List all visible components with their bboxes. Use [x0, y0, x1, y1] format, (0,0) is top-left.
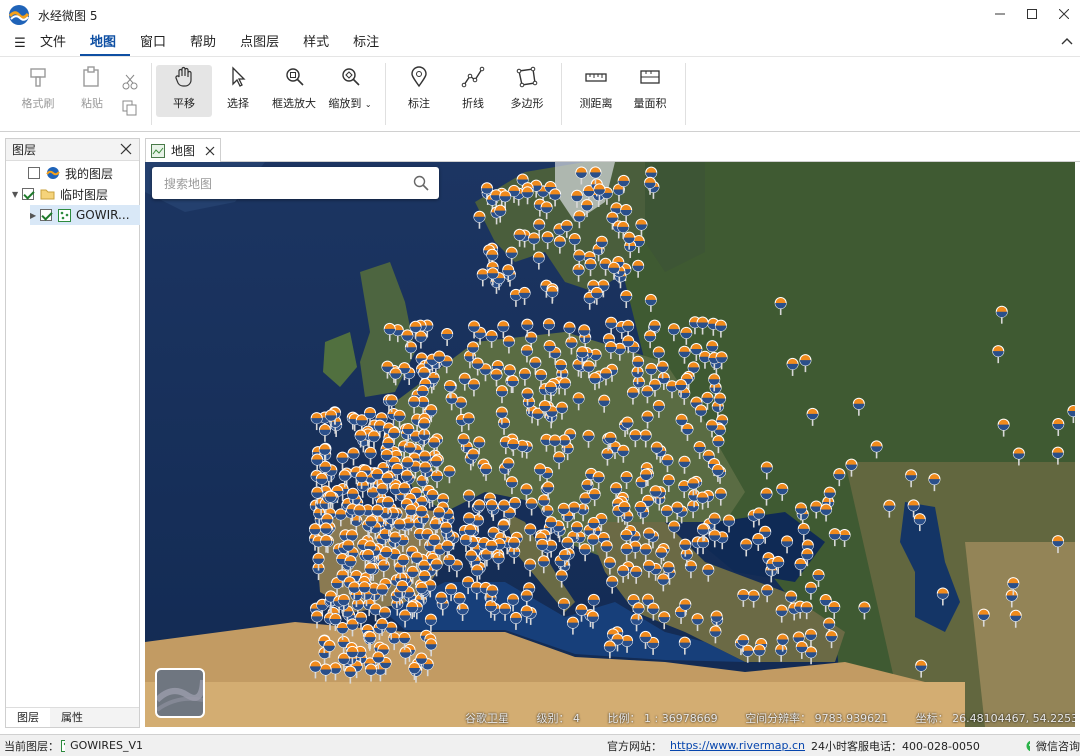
- menu-point-layer[interactable]: 点图层: [230, 30, 293, 56]
- menu-annotate[interactable]: 标注: [343, 30, 393, 56]
- current-layer-name: GOWIRES_V1: [70, 739, 143, 752]
- layers-panel: 图层 我的图层 ▼ 临时图层 ▶ GOWIR... 图层 属性: [5, 138, 140, 728]
- paste-icon: [83, 66, 99, 87]
- measure-area-button[interactable]: 量面积: [622, 65, 678, 117]
- gowires-checkbox[interactable]: [40, 209, 52, 221]
- wechat-icon[interactable]: [1026, 740, 1030, 752]
- point-layer-icon: [58, 208, 71, 222]
- spatial-resolution: 空间分辨率： 9783.939621: [745, 712, 889, 725]
- measure-distance-button[interactable]: 测距离: [568, 65, 624, 117]
- search-input[interactable]: 搜索地图: [164, 175, 212, 192]
- point-layer-icon: [61, 739, 66, 752]
- marker-icon: [411, 66, 427, 88]
- minimize-icon: [995, 13, 1005, 15]
- official-site-label: 官方网站：: [606, 739, 662, 753]
- hotline-text: 24小时客服电话：400-028-0050: [811, 739, 980, 753]
- menu-window[interactable]: 窗口: [130, 30, 180, 56]
- folder-icon: [40, 189, 55, 200]
- format-brush-icon: [30, 68, 46, 87]
- select-cursor-icon: [232, 66, 246, 87]
- map-view[interactable]: 搜索地图 谷歌卫星 级别： 4 比例： 1 : 36978669 空间分辨率： …: [145, 162, 1075, 727]
- satellite-basemap: [145, 162, 1075, 727]
- chevron-down-icon[interactable]: ⌄: [365, 100, 372, 109]
- layers-panel-title: 图层: [12, 143, 37, 157]
- measure-distance-icon: [585, 73, 607, 82]
- tab-map[interactable]: 地图: [145, 138, 221, 162]
- basemap-name: 谷歌卫星: [465, 712, 509, 725]
- paste-button[interactable]: 粘贴: [64, 65, 120, 117]
- menu-style[interactable]: 样式: [293, 30, 343, 56]
- close-icon[interactable]: [119, 142, 133, 156]
- collapse-ribbon-icon[interactable]: [1060, 34, 1074, 48]
- map-status-overlay: 谷歌卫星 级别： 4 比例： 1 : 36978669 空间分辨率： 9783.…: [465, 710, 1075, 726]
- pan-hand-icon: [175, 66, 192, 87]
- tab-layers[interactable]: 图层: [6, 708, 50, 727]
- panel-tabs: 图层 属性: [6, 707, 139, 727]
- marker-button[interactable]: 标注: [391, 65, 447, 117]
- wechat-consult-link[interactable]: 微信咨询: [1036, 738, 1080, 754]
- tree-item-my-layers[interactable]: 我的图层: [28, 163, 113, 183]
- tree-item-temp-layers[interactable]: ▼ 临时图层: [12, 184, 108, 204]
- format-brush-button[interactable]: 格式刷: [10, 65, 66, 117]
- basemap-switch-button[interactable]: [155, 668, 205, 718]
- window-title: 水经微图 5: [38, 8, 98, 23]
- my-layers-checkbox[interactable]: [28, 167, 40, 179]
- minimize-button[interactable]: [984, 0, 1016, 28]
- box-zoom-button[interactable]: 框选放大: [266, 65, 322, 117]
- tab-properties[interactable]: 属性: [50, 708, 94, 727]
- pan-button[interactable]: 平移: [156, 65, 212, 117]
- map-search-box[interactable]: 搜索地图: [152, 167, 439, 199]
- app-logo-icon: [46, 167, 60, 179]
- close-icon[interactable]: [205, 146, 215, 156]
- polygon-icon: [516, 66, 538, 88]
- search-icon[interactable]: [413, 175, 429, 191]
- layers-panel-header: 图层: [6, 139, 139, 161]
- polygon-button[interactable]: 多边形: [499, 65, 555, 117]
- menu-help[interactable]: 帮助: [180, 30, 230, 56]
- maximize-icon: [1027, 9, 1037, 19]
- maximize-button[interactable]: [1016, 0, 1048, 28]
- menu-map[interactable]: 地图: [80, 30, 131, 56]
- hamburger-menu-icon[interactable]: ☰: [10, 36, 30, 51]
- ribbon-toolbar: 格式刷 粘贴 平移 选择 框选放大 缩放到 ⌄ 标注 折线 多边形 测距离 量面…: [0, 56, 1080, 132]
- map-tab-icon: [151, 143, 165, 158]
- zoom-level: 级别： 4: [536, 712, 581, 725]
- menu-file[interactable]: 文件: [30, 30, 80, 56]
- zoom-to-icon: [342, 68, 360, 86]
- status-bar: 当前图层： GOWIRES_V1 官方网站： https://www.river…: [0, 734, 1080, 756]
- polyline-button[interactable]: 折线: [445, 65, 501, 117]
- select-button[interactable]: 选择: [210, 65, 266, 117]
- app-logo-icon: [8, 5, 30, 25]
- current-layer-label: 当前图层：: [4, 739, 59, 753]
- menu-bar: ☰ 文件 地图 窗口 帮助 点图层 样式 标注: [0, 30, 1080, 56]
- map-scale: 比例： 1 : 36978669: [607, 712, 718, 725]
- zoom-to-label: 缩放到: [328, 97, 362, 110]
- close-window-button[interactable]: [1048, 0, 1080, 28]
- polyline-icon: [461, 66, 485, 88]
- temp-layers-checkbox[interactable]: [22, 188, 34, 200]
- cursor-coords: 坐标： 26.48104467, 54.22537246: [915, 712, 1075, 725]
- official-site-link[interactable]: https://www.rivermap.cn: [670, 739, 805, 752]
- document-tab-bar: 地图: [145, 138, 1080, 162]
- box-zoom-icon: [286, 68, 304, 86]
- title-bar: 水经微图 5: [0, 0, 1080, 30]
- tree-item-gowires[interactable]: ▶ GOWIR...: [30, 205, 140, 225]
- expanded-arrow-icon[interactable]: ▼: [12, 190, 22, 199]
- measure-area-icon: [640, 70, 660, 84]
- close-icon: [1059, 9, 1069, 19]
- collapsed-arrow-icon[interactable]: ▶: [30, 211, 40, 220]
- zoom-to-button[interactable]: 缩放到 ⌄: [322, 65, 378, 117]
- cut-icon[interactable]: [121, 73, 139, 91]
- copy-icon[interactable]: [121, 99, 139, 117]
- basemap-thumbnail-icon: [157, 679, 203, 712]
